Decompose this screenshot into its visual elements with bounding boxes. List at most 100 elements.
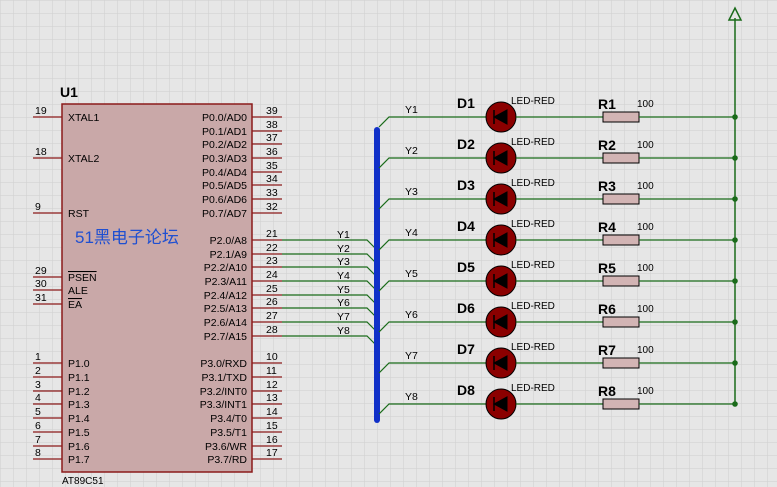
pin-number: 27 bbox=[266, 310, 278, 322]
pin-name: P3.4/T0 bbox=[210, 413, 247, 425]
pin-name: P2.2/A10 bbox=[204, 262, 247, 274]
pin-number: 26 bbox=[266, 296, 278, 308]
resistor-ref-label: R5 bbox=[598, 260, 616, 276]
led-ref-label: D2 bbox=[457, 136, 475, 152]
pin-number: 18 bbox=[35, 146, 47, 158]
resistor-body bbox=[602, 234, 640, 246]
resistor-ref-label: R1 bbox=[598, 96, 616, 112]
pin-name: P0.3/AD3 bbox=[202, 153, 247, 165]
pin-number: 7 bbox=[35, 434, 41, 446]
pin-number: 36 bbox=[266, 146, 278, 158]
pin-name: P2.0/A8 bbox=[210, 235, 248, 247]
pin-name: P0.4/AD4 bbox=[202, 167, 247, 179]
led-ref-label: D1 bbox=[457, 95, 475, 111]
resistor-ref-label: R7 bbox=[598, 342, 616, 358]
net-label: Y3 bbox=[337, 256, 350, 268]
pin-name: P3.3/INT1 bbox=[200, 399, 247, 411]
pin-number: 33 bbox=[266, 187, 278, 199]
net-label: Y4 bbox=[337, 270, 350, 282]
pin-number: 19 bbox=[35, 105, 47, 117]
pin-name: P2.4/A12 bbox=[204, 290, 247, 302]
net-label: Y3 bbox=[405, 186, 418, 198]
net-label: Y6 bbox=[337, 297, 350, 309]
net-label: Y8 bbox=[337, 325, 350, 337]
pin-number: 16 bbox=[266, 434, 278, 446]
pin-name: P3.1/TXD bbox=[201, 372, 247, 384]
net-label: Y2 bbox=[337, 243, 350, 255]
pin-name: P2.3/A11 bbox=[205, 276, 248, 288]
resistor-body bbox=[602, 152, 640, 164]
pin-number: 25 bbox=[266, 283, 278, 295]
pin-name: P1.3 bbox=[68, 399, 90, 411]
pin-name: P2.6/A14 bbox=[204, 317, 247, 329]
pin-number: 35 bbox=[266, 160, 278, 172]
pin-name: P3.2/INT0 bbox=[200, 386, 247, 398]
led-ref-label: D8 bbox=[457, 382, 475, 398]
chip-part-label: AT89C51 bbox=[62, 476, 104, 487]
led-ref-label: D5 bbox=[457, 259, 475, 275]
pin-number: 5 bbox=[35, 406, 41, 418]
pin-name: XTAL2 bbox=[68, 153, 99, 165]
pin-number: 23 bbox=[266, 255, 278, 267]
pin-number: 39 bbox=[266, 105, 278, 117]
pin-name: P1.6 bbox=[68, 441, 90, 453]
resistor-body bbox=[602, 111, 640, 123]
resistor-value-label: 100 bbox=[637, 181, 654, 192]
resistor-ref-label: R8 bbox=[598, 383, 616, 399]
pin-name: P1.0 bbox=[68, 358, 90, 370]
resistor-body bbox=[602, 193, 640, 205]
led-value-label: LED-RED bbox=[511, 137, 555, 148]
pin-name: P3.0/RXD bbox=[200, 358, 247, 370]
net-label: Y1 bbox=[337, 229, 350, 241]
pin-number: 10 bbox=[266, 351, 278, 363]
chip-ref-label: U1 bbox=[60, 84, 78, 100]
pin-number: 32 bbox=[266, 201, 278, 213]
pin-number: 13 bbox=[266, 392, 278, 404]
pin-number: 28 bbox=[266, 324, 278, 336]
pin-number: 15 bbox=[266, 420, 278, 432]
resistor-body bbox=[602, 398, 640, 410]
resistor-ref-label: R4 bbox=[598, 219, 616, 235]
resistor-value-label: 100 bbox=[637, 140, 654, 151]
net-label: Y2 bbox=[405, 145, 418, 157]
pin-number: 12 bbox=[266, 379, 278, 391]
schematic-canvas: U1 AT89C51 19XTAL118XTAL29RST29PSEN30ALE… bbox=[0, 0, 777, 487]
led-value-label: LED-RED bbox=[511, 383, 555, 394]
pin-name: P1.5 bbox=[68, 427, 90, 439]
pin-name: P0.0/AD0 bbox=[202, 112, 247, 124]
microcontroller-u1[interactable]: U1 AT89C51 19XTAL118XTAL29RST29PSEN30ALE… bbox=[33, 84, 282, 487]
pin-name: XTAL1 bbox=[68, 112, 99, 124]
resistor-body bbox=[602, 316, 640, 328]
led-value-label: LED-RED bbox=[511, 219, 555, 230]
resistor-body bbox=[602, 357, 640, 369]
net-label: Y5 bbox=[405, 268, 418, 280]
pin-number: 4 bbox=[35, 392, 41, 404]
pin-name: EA bbox=[68, 299, 82, 311]
pin-name: P3.7/RD bbox=[207, 454, 247, 466]
resistor-value-label: 100 bbox=[637, 304, 654, 315]
resistor-value-label: 100 bbox=[637, 263, 654, 274]
pin-number: 2 bbox=[35, 365, 41, 377]
pin-name: P0.2/AD2 bbox=[202, 139, 247, 151]
pin-name: P3.5/T1 bbox=[210, 427, 247, 439]
net-label: Y1 bbox=[405, 104, 418, 116]
pin-number: 8 bbox=[35, 447, 41, 459]
resistor-ref-label: R3 bbox=[598, 178, 616, 194]
pin-name: P0.1/AD1 bbox=[202, 126, 247, 138]
pin-number: 31 bbox=[35, 292, 47, 304]
resistor-body bbox=[602, 275, 640, 287]
pin-name: P0.6/AD6 bbox=[202, 194, 247, 206]
led-value-label: LED-RED bbox=[511, 96, 555, 107]
pin-number: 17 bbox=[266, 447, 278, 459]
pin-number: 1 bbox=[35, 351, 41, 363]
net-label: Y8 bbox=[405, 391, 418, 403]
net-label: Y5 bbox=[337, 284, 350, 296]
net-label: Y4 bbox=[405, 227, 418, 239]
pin-name: P1.2 bbox=[68, 386, 90, 398]
resistor-value-label: 100 bbox=[637, 222, 654, 233]
pin-number: 37 bbox=[266, 132, 278, 144]
pin-number: 38 bbox=[266, 119, 278, 131]
led-value-label: LED-RED bbox=[511, 342, 555, 353]
led-value-label: LED-RED bbox=[511, 260, 555, 271]
resistor-ref-label: R2 bbox=[598, 137, 616, 153]
